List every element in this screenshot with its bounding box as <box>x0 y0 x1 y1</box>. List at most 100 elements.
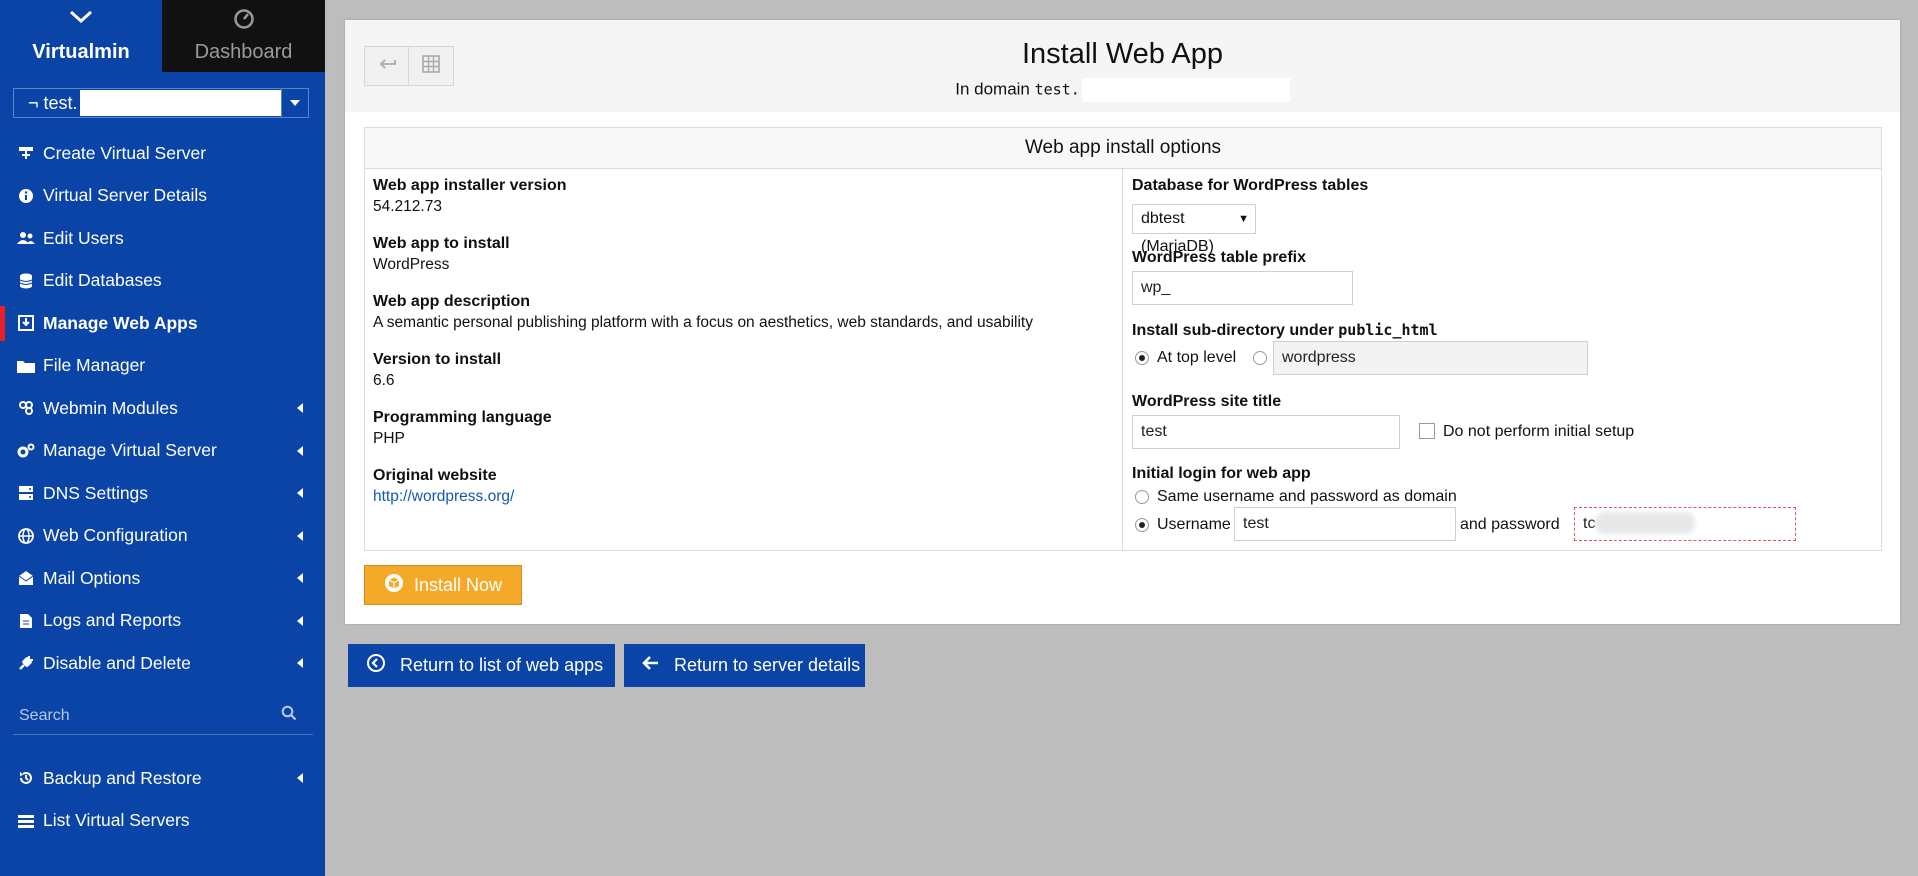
same-login-label: Same username and password as domain <box>1157 488 1457 505</box>
sidebar-item-manage-virtual-server[interactable]: Manage Virtual Server <box>0 430 325 473</box>
users-icon <box>17 229 35 247</box>
install-now-label: Install Now <box>413 574 503 595</box>
sidebar-item-label: DNS Settings <box>43 482 149 503</box>
sidebar-item-label: Mail Options <box>43 567 141 588</box>
caret-left-icon <box>297 615 303 626</box>
sidebar-item-label: Logs and Reports <box>43 610 182 631</box>
search-icon[interactable] <box>281 705 297 726</box>
password-value: tc <box>1583 515 1596 532</box>
domain-select-value: ¬ test. <box>28 92 78 113</box>
login-label: Initial login for web app <box>1132 465 1311 482</box>
subdir-code: public_html <box>1338 321 1438 339</box>
sidebar-item-edit-databases[interactable]: Edit Databases <box>0 260 325 303</box>
sidebar-item-file-manager[interactable]: File Manager <box>0 345 325 388</box>
sidebar-menu-secondary: Backup and Restore List Virtual Servers <box>0 757 325 842</box>
password-input[interactable]: tc <box>1574 507 1796 541</box>
username-input[interactable]: test <box>1234 507 1456 541</box>
return-to-web-apps-button[interactable]: Return to list of web apps <box>348 644 615 687</box>
tab-label: Dashboard <box>194 41 293 63</box>
top-level-label: At top level <box>1157 349 1237 366</box>
sidebar-item-label: Webmin Modules <box>43 397 178 418</box>
username-radio[interactable] <box>1135 518 1149 532</box>
field-value: PHP <box>373 430 405 447</box>
domain-redacted-field <box>79 90 281 116</box>
site-title-input[interactable]: test <box>1132 415 1400 449</box>
redacted-domain <box>1081 78 1290 102</box>
sidebar: Virtualmin Dashboard ¬ test. Create Virt… <box>0 0 325 876</box>
same-login-radio[interactable] <box>1135 490 1149 504</box>
install-web-app-panel: Install Web App In domain test. Web app … <box>345 20 1900 624</box>
language-field: Programming language PHP <box>373 408 552 449</box>
caret-left-icon <box>297 573 303 584</box>
and-password-label: and password <box>1460 516 1560 533</box>
subdir-label: Install sub-directory under public_html <box>1132 320 1438 341</box>
table-prefix-input[interactable]: wp_ <box>1132 271 1353 305</box>
database-icon <box>17 272 35 290</box>
page-title: Install Web App <box>1022 38 1223 70</box>
field-label: Web app installer version <box>373 177 567 194</box>
info-icon <box>17 187 35 205</box>
description-field: Web app description A semantic personal … <box>373 292 1033 333</box>
cogs-icon <box>17 442 35 460</box>
sidebar-item-create-virtual-server[interactable]: Create Virtual Server <box>0 132 325 175</box>
caret-left-icon <box>297 658 303 669</box>
mail-icon <box>17 569 35 587</box>
list-icon <box>17 812 35 830</box>
field-value: 54.212.73 <box>373 198 442 215</box>
sidebar-item-label: List Virtual Servers <box>43 810 190 831</box>
no-setup-label: Do not perform initial setup <box>1443 423 1635 440</box>
top-level-radio[interactable] <box>1135 351 1149 365</box>
field-label: Programming language <box>373 409 552 426</box>
subdir-label-text: Install sub-directory under <box>1132 322 1334 339</box>
field-label: Web app description <box>373 293 531 310</box>
tab-dashboard[interactable]: Dashboard <box>162 0 325 72</box>
file-icon <box>17 612 35 630</box>
install-settings-column: Database for WordPress tables dbtest (Ma… <box>1123 168 1881 550</box>
database-select[interactable]: dbtest (MariaDB) ▼ <box>1132 204 1256 255</box>
dns-icon <box>17 484 35 502</box>
db-label: Database for WordPress tables <box>1132 177 1369 194</box>
sidebar-item-label: Edit Databases <box>43 270 162 291</box>
version-field: Version to install 6.6 <box>373 350 501 391</box>
sidebar-item-web-configuration[interactable]: Web Configuration <box>0 515 325 558</box>
circle-arrow-left-icon <box>366 653 386 678</box>
sidebar-item-virtual-server-details[interactable]: Virtual Server Details <box>0 175 325 218</box>
domain-select[interactable]: ¬ test. <box>13 88 309 118</box>
website-field: Original website http://wordpress.org/ <box>373 466 514 507</box>
web-apps-icon <box>17 314 35 332</box>
return-to-web-apps-label: Return to list of web apps <box>400 655 604 675</box>
sidebar-menu: Create Virtual Server Virtual Server Det… <box>0 132 325 685</box>
caret-left-icon <box>297 445 303 456</box>
search-input[interactable] <box>13 705 281 726</box>
subdir-input[interactable]: wordpress <box>1273 341 1588 375</box>
sidebar-item-label: Edit Users <box>43 227 124 248</box>
sidebar-item-label: Create Virtual Server <box>43 142 207 163</box>
subdir-radio[interactable] <box>1253 351 1267 365</box>
tab-virtualmin[interactable]: Virtualmin <box>0 0 162 72</box>
installer-version-field: Web app installer version 54.212.73 <box>373 176 567 217</box>
field-label: Web app to install <box>373 235 510 252</box>
chevron-down-icon[interactable] <box>281 89 308 117</box>
site-title-label: WordPress site title <box>1132 393 1282 410</box>
folder-icon <box>17 357 35 375</box>
sidebar-item-logs-and-reports[interactable]: Logs and Reports <box>0 600 325 643</box>
field-value: 6.6 <box>373 372 395 389</box>
sidebar-item-mail-options[interactable]: Mail Options <box>0 557 325 600</box>
sidebar-item-dns-settings[interactable]: DNS Settings <box>0 472 325 515</box>
field-label: Original website <box>373 467 497 484</box>
modules-icon <box>17 399 35 417</box>
sidebar-item-edit-users[interactable]: Edit Users <box>0 217 325 260</box>
return-to-server-button[interactable]: Return to server details <box>624 644 865 687</box>
website-link[interactable]: http://wordpress.org/ <box>373 488 514 505</box>
sidebar-item-webmin-modules[interactable]: Webmin Modules <box>0 387 325 430</box>
sidebar-item-disable-and-delete[interactable]: Disable and Delete <box>0 642 325 685</box>
install-now-button[interactable]: Install Now <box>364 565 522 605</box>
tab-label: Virtualmin <box>32 41 130 63</box>
no-setup-checkbox[interactable] <box>1419 423 1435 439</box>
sidebar-item-manage-web-apps[interactable]: Manage Web Apps <box>0 302 325 345</box>
sidebar-item-backup-and-restore[interactable]: Backup and Restore <box>0 757 325 800</box>
app-info-column: Web app installer version 54.212.73 Web … <box>365 168 1123 550</box>
sidebar-item-label: Manage Web Apps <box>43 312 198 333</box>
sidebar-item-label: Web Configuration <box>43 525 188 546</box>
sidebar-item-list-virtual-servers[interactable]: List Virtual Servers <box>0 800 325 843</box>
